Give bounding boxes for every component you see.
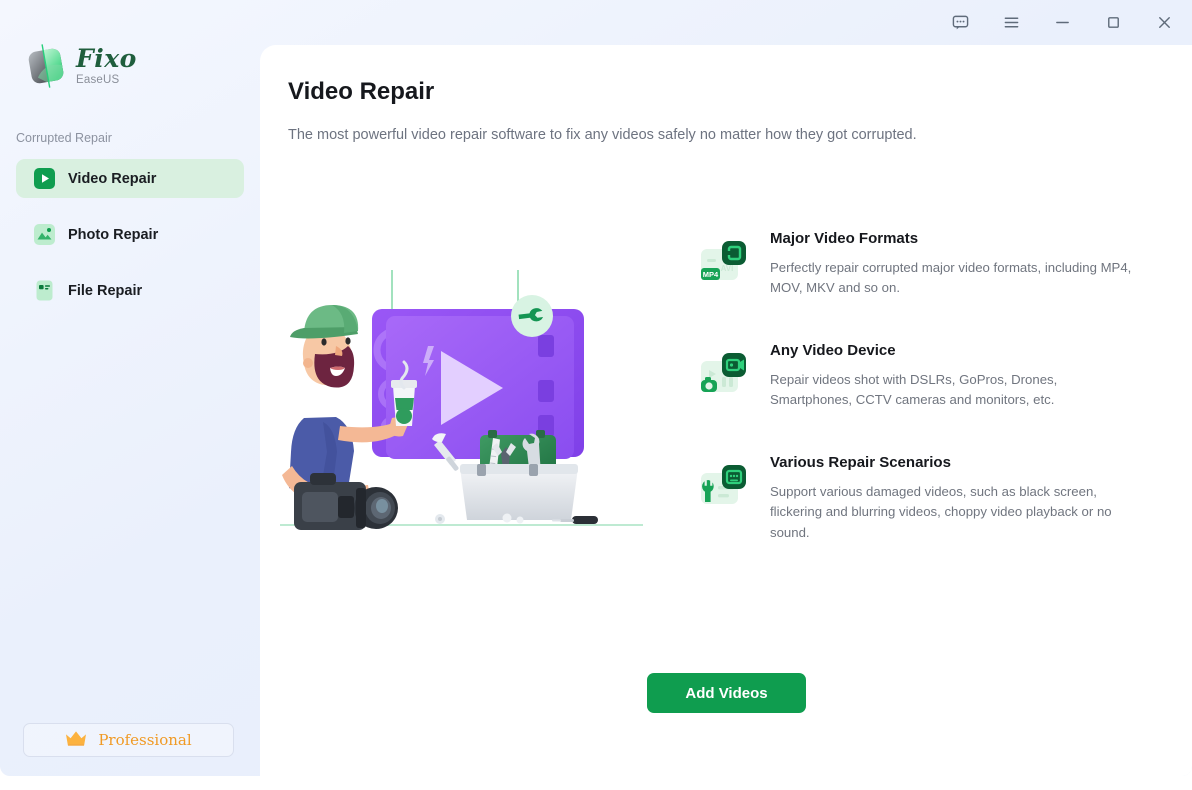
- brand: Fixo EaseUS: [26, 44, 137, 88]
- brand-subtitle: EaseUS: [76, 74, 120, 86]
- video-device-icon: [700, 350, 752, 402]
- video-formats-icon: AVI MP4: [700, 238, 752, 290]
- feature-title: Various Repair Scenarios: [770, 453, 951, 471]
- photo-repair-icon: [34, 224, 55, 245]
- minimize-icon[interactable]: [1042, 8, 1082, 38]
- feature-text: Major Video Formats Perfectly repair cor…: [770, 230, 1142, 299]
- sidebar: Fixo EaseUS Corrupted Repair Video Repai…: [0, 0, 260, 776]
- svg-text:AVI: AVI: [721, 264, 734, 273]
- sidebar-nav: Video Repair Photo Repair File Repair: [16, 159, 244, 327]
- sidebar-item-video-repair[interactable]: Video Repair: [16, 159, 244, 198]
- menu-icon[interactable]: [991, 8, 1031, 38]
- repair-scenarios-icon: [700, 462, 752, 514]
- app-window: Fixo EaseUS Corrupted Repair Video Repai…: [0, 0, 1192, 776]
- brand-name: Fixo: [76, 44, 137, 73]
- feature-description: Repair videos shot with DSLRs, GoPros, D…: [770, 371, 1058, 408]
- feature-text: Various Repair Scenarios Support various…: [770, 454, 1142, 543]
- fixo-logo-icon: [26, 44, 66, 88]
- file-repair-icon: [34, 280, 55, 301]
- sidebar-section-label: Corrupted Repair: [16, 131, 112, 145]
- features-list: AVI MP4 Major Video Formats Perfectly re…: [700, 230, 1160, 586]
- svg-text:MP4: MP4: [703, 270, 719, 279]
- feature-any-video-device: Any Video Device Repair videos shot with…: [700, 342, 1160, 411]
- sidebar-item-photo-repair[interactable]: Photo Repair: [16, 215, 244, 254]
- videographer-video-repair-illustration: [280, 270, 660, 580]
- feature-major-video-formats: AVI MP4 Major Video Formats Perfectly re…: [700, 230, 1160, 299]
- feature-title: Any Video Device: [770, 341, 896, 359]
- feature-description: Support various damaged videos, such as …: [770, 483, 1112, 540]
- sidebar-item-label: File Repair: [68, 282, 143, 299]
- app-root: Fixo EaseUS Corrupted Repair Video Repai…: [0, 0, 1192, 790]
- feature-text: Any Video Device Repair videos shot with…: [770, 342, 1142, 411]
- feedback-icon[interactable]: [940, 8, 980, 38]
- video-repair-icon: [34, 168, 55, 189]
- maximize-icon[interactable]: [1093, 8, 1133, 38]
- sidebar-item-label: Photo Repair: [68, 226, 159, 243]
- main-panel: Video Repair The most powerful video rep…: [260, 45, 1192, 776]
- sidebar-item-file-repair[interactable]: File Repair: [16, 271, 244, 310]
- feature-various-repair-scenarios: Various Repair Scenarios Support various…: [700, 454, 1160, 543]
- feature-description: Perfectly repair corrupted major video f…: [770, 260, 1132, 296]
- crown-icon: [65, 730, 87, 751]
- close-icon[interactable]: [1144, 8, 1184, 38]
- professional-label: Professional: [98, 731, 192, 749]
- page-title: Video Repair: [288, 78, 435, 105]
- titlebar: [0, 0, 1192, 45]
- add-videos-button[interactable]: Add Videos: [647, 673, 806, 713]
- brand-text: Fixo EaseUS: [76, 44, 137, 86]
- professional-button[interactable]: Professional: [23, 723, 234, 757]
- feature-title: Major Video Formats: [770, 230, 919, 247]
- sidebar-item-label: Video Repair: [68, 170, 157, 187]
- page-subtitle: The most powerful video repair software …: [288, 127, 917, 143]
